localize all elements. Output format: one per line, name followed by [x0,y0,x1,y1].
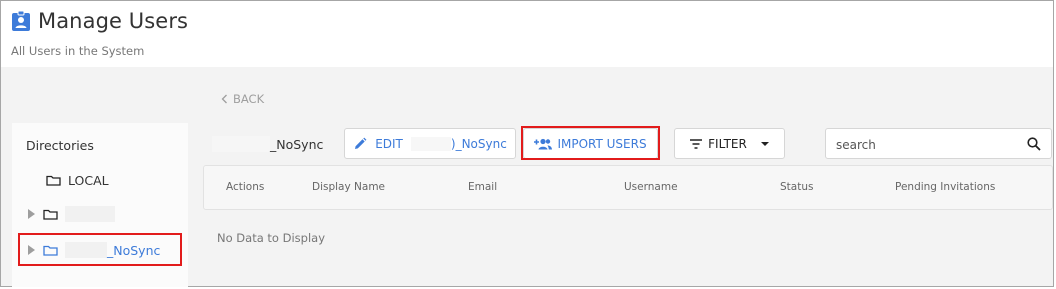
directory-item-redacted[interactable] [28,206,115,222]
folder-icon [46,175,61,186]
highlight-import-users [521,126,660,160]
users-table-header: Actions Display Name Email Username Stat… [203,165,1053,210]
folder-icon [43,209,58,220]
directories-heading: Directories [26,138,94,153]
page-subtitle: All Users in the System [11,44,145,58]
filter-button[interactable]: FILTER [674,128,785,159]
badge-icon [12,10,30,31]
highlight-selected-directory [18,233,182,266]
redacted-name-prefix [410,136,451,151]
chevron-left-icon [221,94,227,104]
directory-item-local[interactable]: LOCAL [46,173,109,188]
redacted-name [65,206,115,222]
expand-arrow-icon[interactable] [28,209,35,219]
edit-directory-button[interactable]: EDIT )_NoSync [344,128,516,159]
column-header-username[interactable]: Username [624,181,678,193]
search-box[interactable] [825,128,1052,159]
column-header-email[interactable]: Email [468,181,497,193]
column-header-display-name[interactable]: Display Name [312,181,385,193]
current-directory-label: _NoSync [270,136,324,152]
edit-label: EDIT [375,136,403,151]
back-link[interactable]: BACK [221,92,264,106]
column-header-pending-invitations[interactable]: Pending Invitations [895,181,995,193]
pencil-icon [355,137,367,149]
back-label: BACK [233,92,265,106]
caret-down-icon [760,141,769,146]
page-title: Manage Users [38,9,189,33]
column-header-actions[interactable]: Actions [226,181,264,193]
page-header: Manage Users [11,9,188,33]
filter-label: FILTER [708,136,747,151]
column-header-status[interactable]: Status [780,181,813,193]
edit-directory-name: )_NoSync [450,136,507,151]
redacted-name-prefix [212,136,270,152]
empty-table-message: No Data to Display [217,231,325,245]
directory-label: LOCAL [68,173,109,188]
search-input[interactable] [834,135,1018,155]
filter-icon [690,138,703,149]
search-icon[interactable] [1027,137,1041,151]
current-directory-name: _NoSync [212,136,323,152]
